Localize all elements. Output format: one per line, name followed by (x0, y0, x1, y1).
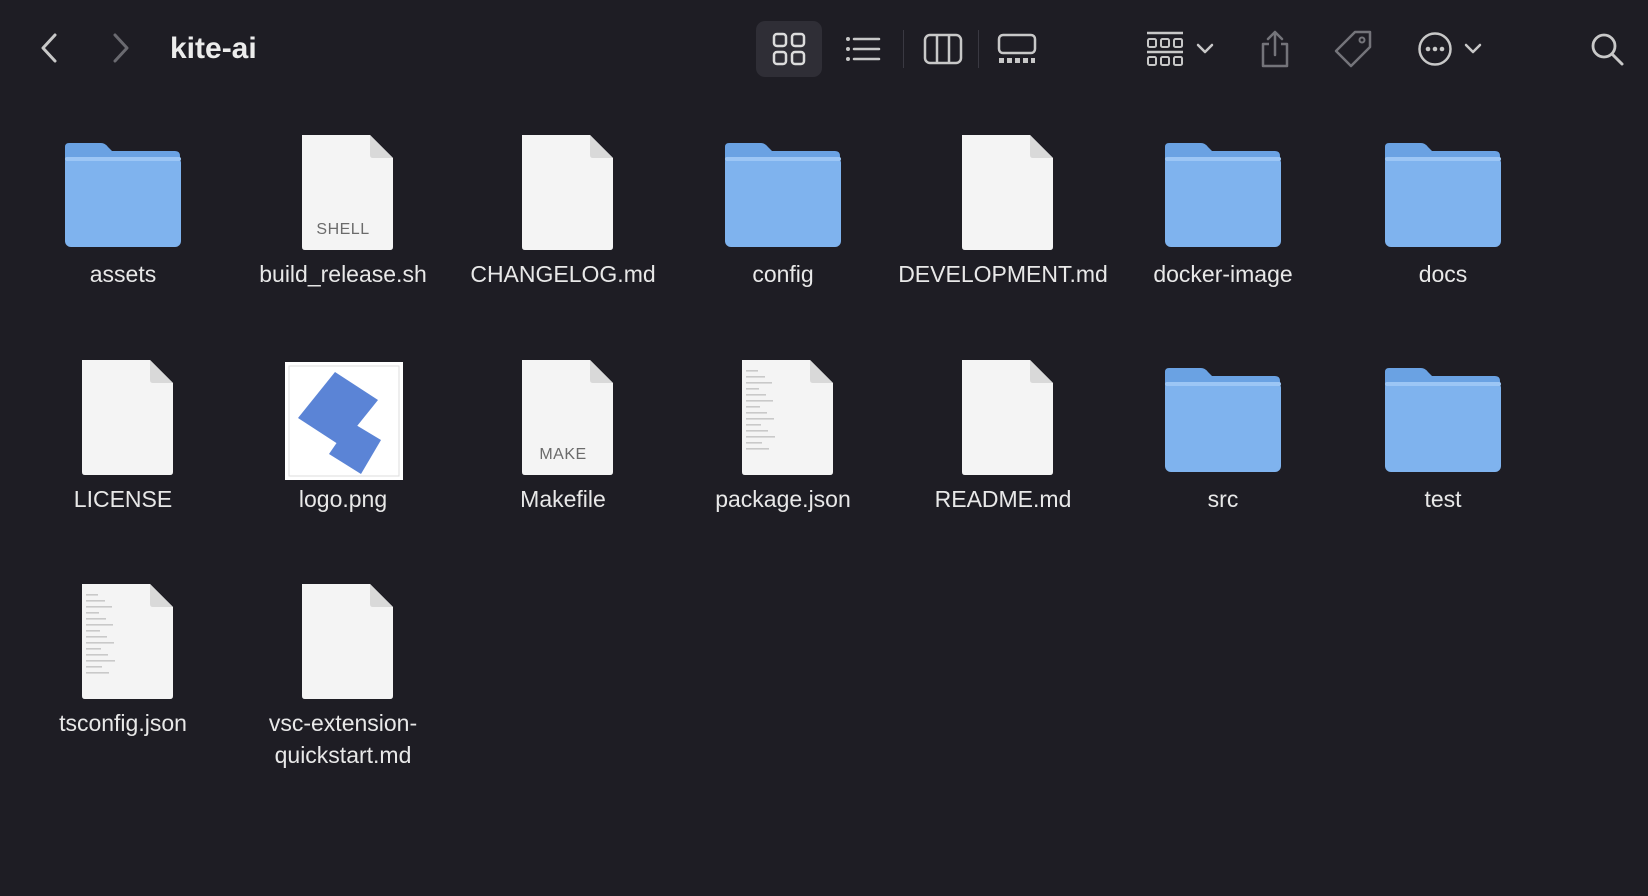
column-view-icon (923, 33, 963, 65)
document-icon (742, 360, 833, 475)
folder-icon (1385, 368, 1501, 472)
item-icon (1113, 350, 1333, 480)
item-icon (673, 350, 893, 480)
item-icon: MAKE (453, 350, 673, 480)
item-label: src (1207, 486, 1239, 512)
item-label: config (752, 261, 814, 287)
gallery-view-button[interactable] (984, 21, 1050, 77)
item-icon: SHELL (233, 125, 453, 255)
chevron-left-icon (41, 33, 57, 63)
tags-button[interactable] (1328, 24, 1378, 74)
folder-item[interactable]: test (1333, 350, 1553, 540)
toolbar-divider (978, 30, 979, 68)
file-type-badge: MAKE (539, 446, 587, 463)
folder-item[interactable]: docker-image (1113, 125, 1333, 315)
item-label: vsc-extension-quickstart.md (268, 710, 418, 768)
chevron-down-icon (1196, 43, 1214, 54)
item-icon (1333, 350, 1553, 480)
file-item[interactable]: vsc-extension-quickstart.md (233, 574, 453, 768)
item-icon (893, 350, 1113, 480)
file-item[interactable]: LICENSE (13, 350, 233, 540)
group-by-icon (1147, 31, 1183, 66)
folder-icon (1165, 368, 1281, 472)
share-icon (1261, 30, 1289, 68)
folder-item[interactable]: docs (1333, 125, 1553, 315)
image-thumbnail-icon (285, 362, 403, 480)
document-icon (962, 135, 1053, 250)
file-item[interactable]: README.md (893, 350, 1113, 540)
item-icon (13, 574, 233, 704)
item-label: docker-image (1153, 261, 1293, 287)
search-icon (1591, 33, 1624, 66)
file-item[interactable]: logo.png (233, 350, 453, 540)
gallery-view-icon (997, 33, 1037, 63)
document-icon (82, 360, 173, 475)
list-view-icon (846, 37, 881, 61)
item-label: logo.png (298, 486, 388, 512)
chevron-right-icon (113, 33, 129, 63)
folder-icon (725, 143, 841, 247)
more-actions-icon (1418, 32, 1452, 66)
item-label: tsconfig.json (59, 710, 187, 736)
document-icon (82, 584, 173, 699)
item-label: CHANGELOG.md (470, 261, 656, 287)
file-item[interactable]: package.json (673, 350, 893, 540)
item-label: README.md (934, 486, 1072, 512)
item-icon (893, 125, 1113, 255)
group-by-button[interactable] (1140, 24, 1220, 74)
folder-icon (1165, 143, 1281, 247)
item-label: test (1424, 486, 1462, 512)
item-label: LICENSE (73, 486, 173, 512)
file-item[interactable]: SHELL build_release.sh (233, 125, 453, 315)
list-view-button[interactable] (830, 21, 896, 77)
file-item[interactable]: tsconfig.json (13, 574, 233, 764)
item-icon (673, 125, 893, 255)
file-type-badge: SHELL (316, 221, 370, 238)
item-label: docs (1418, 261, 1468, 287)
item-label: assets (89, 261, 157, 287)
tag-icon (1334, 30, 1372, 68)
document-icon (302, 584, 393, 699)
icon-view-icon (772, 32, 806, 66)
file-item[interactable]: MAKE Makefile (453, 350, 673, 540)
toolbar-divider (903, 30, 904, 68)
window-title: kite-ai (170, 32, 257, 65)
share-button[interactable] (1250, 24, 1300, 74)
icon-view-button[interactable] (756, 21, 822, 77)
folder-icon (1385, 143, 1501, 247)
item-icon (233, 574, 453, 704)
document-icon (962, 360, 1053, 475)
item-icon (13, 350, 233, 480)
item-icon (1113, 125, 1333, 255)
more-actions-button[interactable] (1410, 24, 1490, 74)
item-icon (1333, 125, 1553, 255)
chevron-down-icon (1464, 43, 1482, 54)
folder-icon (65, 143, 181, 247)
folder-item[interactable]: assets (13, 125, 233, 315)
item-label: build_release.sh (259, 261, 427, 287)
item-icon (453, 125, 673, 255)
item-icon (233, 350, 453, 480)
search-button[interactable] (1584, 26, 1630, 72)
item-label: DEVELOPMENT.md (898, 261, 1108, 287)
folder-item[interactable]: config (673, 125, 893, 315)
item-icon (13, 125, 233, 255)
item-label: package.json (715, 486, 851, 512)
item-label: Makefile (520, 486, 606, 512)
back-button[interactable] (30, 28, 70, 68)
forward-button[interactable] (100, 28, 140, 68)
column-view-button[interactable] (910, 21, 976, 77)
document-icon (522, 135, 613, 250)
toolbar: kite-ai (0, 0, 1648, 100)
file-item[interactable]: CHANGELOG.md (453, 125, 673, 315)
file-item[interactable]: DEVELOPMENT.md (893, 125, 1113, 315)
folder-item[interactable]: src (1113, 350, 1333, 540)
